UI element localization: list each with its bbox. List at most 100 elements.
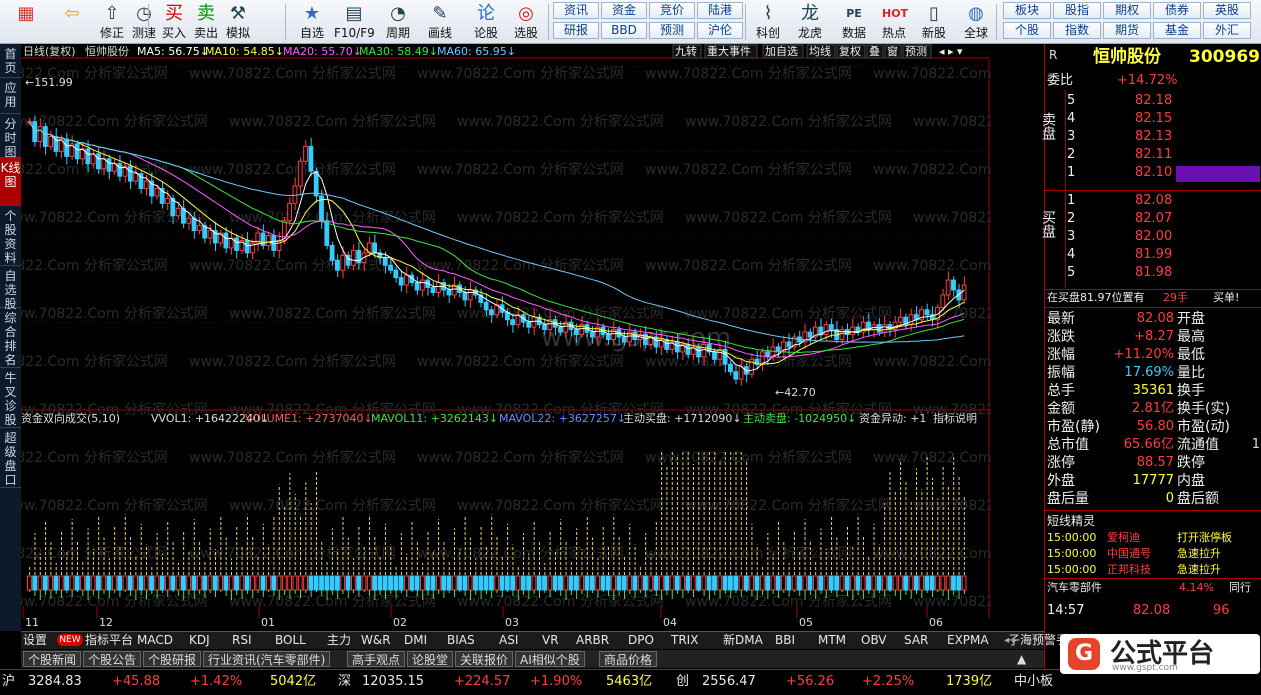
info-tab-8[interactable]: 商品价格	[599, 651, 658, 667]
info-tab-3[interactable]: 行业资讯(汽车零部件)	[203, 651, 331, 667]
sidebar-item-7[interactable]: 牛叉诊股	[0, 368, 21, 428]
toolbar-grid-button[interactable]: 竞价	[649, 2, 695, 19]
toolbar-market-button[interactable]: 债券	[1153, 2, 1201, 19]
toolbar-windows-button[interactable]: ▦	[4, 0, 48, 44]
toolbar-market-button[interactable]: 英股	[1203, 2, 1251, 19]
tab-21[interactable]: EXPMA	[947, 632, 1004, 649]
toolbar-market-button[interactable]: 股指	[1053, 2, 1101, 19]
flow-bar	[600, 575, 606, 591]
collapse-icon[interactable]: ▲	[1017, 651, 1033, 667]
sidebar-item-0[interactable]: 首页	[0, 44, 21, 78]
tab-9[interactable]: DMI	[404, 632, 443, 649]
toolbar-correct-button[interactable]: ⇧ 修正	[96, 0, 128, 44]
buy-level-1[interactable]: 1 82.08	[1045, 192, 1261, 210]
toolbar-period-button[interactable]: ◔ 周期	[378, 0, 418, 44]
tab-20[interactable]: SAR	[904, 632, 943, 649]
toolbar-data-button[interactable]: PE 数据	[834, 0, 874, 44]
toolbar-hot-button[interactable]: HOT 热点	[874, 0, 914, 44]
toolbar-dragon-tiger-button[interactable]: 龙龙虎	[790, 0, 830, 44]
tab-11[interactable]: ASI	[499, 632, 538, 649]
toolbar-simulate-button[interactable]: ⚒ 模拟	[222, 0, 254, 44]
sidebar-item-3[interactable]: K线图	[0, 158, 21, 206]
tab-3[interactable]: MACD	[137, 632, 185, 649]
info-tab-1[interactable]: 个股公告	[83, 651, 142, 667]
tab-14[interactable]: DPO	[628, 632, 667, 649]
chart-scroll-icon[interactable]: ◂ ▸ ▾	[939, 45, 963, 58]
toolbar-grid-button[interactable]: 陆港	[697, 2, 743, 19]
short-row[interactable]: 15:00:00 爱柯迪 打开涨停板	[1045, 530, 1261, 546]
sell-level-1[interactable]: 1 82.10	[1045, 164, 1261, 182]
toolbar-sell-button[interactable]: 卖卖出	[190, 0, 222, 44]
tab-4[interactable]: KDJ	[189, 632, 228, 649]
tab-10[interactable]: BIAS	[447, 632, 495, 649]
info-tab-7[interactable]: AI相似个股	[515, 651, 585, 667]
tab-12[interactable]: VR	[542, 632, 572, 649]
tab-8[interactable]: W&R	[361, 632, 400, 649]
buy-level-2[interactable]: 2 82.07	[1045, 210, 1261, 228]
toolbar-ipo-button[interactable]: ▯ 新股	[914, 0, 954, 44]
chart-header-period: 日线(复权)	[23, 44, 76, 58]
info-tab-0[interactable]: 个股新闻	[23, 651, 82, 667]
status-cy: 2556.47	[702, 674, 756, 689]
tab-18[interactable]: MTM	[818, 632, 857, 649]
sidebar-item-6[interactable]: 综合排名	[0, 308, 21, 368]
toolbar-market-button[interactable]: 板块	[1003, 2, 1051, 19]
sector-row[interactable]: 汽车零部件 4.14% 同行	[1045, 580, 1261, 596]
kline-chart[interactable]: 158.06127.8897.3567.16www.70822.Com 分析家公…	[0, 44, 1120, 631]
toolbar-buy-button[interactable]: 买买入	[158, 0, 190, 44]
toolbar-grid-button[interactable]: 资讯	[553, 2, 599, 19]
toolbar-globe-button[interactable]: ◍ 全球	[956, 0, 996, 44]
tab-17[interactable]: BBI	[775, 632, 814, 649]
toolbar-speed-button[interactable]: ◷ 测速	[128, 0, 160, 44]
info-tab-2[interactable]: 个股研报	[143, 651, 202, 667]
toolbar-favorites-button[interactable]: ★ 自选	[292, 0, 332, 44]
buy-level-4[interactable]: 4 81.99	[1045, 246, 1261, 264]
sidebar-item-8[interactable]: 超级盘口	[0, 428, 21, 488]
toolbar-market-button[interactable]: 外汇	[1203, 22, 1251, 39]
toolbar-back-arrow-button[interactable]: ⇦	[50, 0, 94, 44]
tab-15[interactable]: TRIX	[671, 632, 719, 649]
toolbar-discuss-button[interactable]: 论论股	[466, 0, 506, 44]
status-sh-amt: 5042亿	[270, 674, 317, 689]
toolbar-market-button[interactable]: 期权	[1103, 2, 1151, 19]
toolbar-f10-button[interactable]: ▤ F10/F9	[334, 0, 375, 44]
toolbar-market-button[interactable]: 个股	[1003, 22, 1051, 39]
toolbar-grid-button[interactable]: 资金	[601, 2, 647, 19]
tab-16[interactable]: 新DMA	[723, 632, 771, 649]
tab-7[interactable]: 主力	[327, 632, 357, 649]
sidebar-item-2[interactable]: 分时图	[0, 114, 21, 159]
toolbar-market-button[interactable]: 期货	[1103, 22, 1151, 39]
toolbar-grid-button[interactable]: 预测	[649, 22, 695, 39]
sell-level-3[interactable]: 3 82.13	[1045, 128, 1261, 146]
buy-level-3[interactable]: 3 82.00	[1045, 228, 1261, 246]
info-tab-4[interactable]: 高手观点	[347, 651, 406, 667]
toolbar-market-button[interactable]: 基金	[1153, 22, 1201, 39]
sidebar-item-5[interactable]: 自选股	[0, 266, 21, 311]
sell-level-4[interactable]: 4 82.15	[1045, 110, 1261, 128]
toolbar-draw-line-button[interactable]: ✎ 画线	[420, 0, 460, 44]
tab-2[interactable]: 指标平台	[85, 632, 133, 649]
sell-level-5[interactable]: 5 82.18	[1045, 92, 1261, 110]
toolbar-science-button[interactable]: ⌇ 科创	[748, 0, 788, 44]
toolbar-market-button[interactable]: 指数	[1053, 22, 1101, 39]
toolbar-grid-button[interactable]: 沪伦	[697, 22, 743, 39]
toolbar-grid-button[interactable]: 研报	[553, 22, 599, 39]
toolbar-select-stock-button[interactable]: ◎ 选股	[506, 0, 546, 44]
tab-6[interactable]: BOLL	[275, 632, 323, 649]
f10-icon: ▤	[345, 3, 363, 24]
info-tab-6[interactable]: 关联报价	[455, 651, 514, 667]
short-row[interactable]: 15:00:00 中国通号 急速拉升	[1045, 546, 1261, 562]
buy-level-num: 2	[1067, 211, 1076, 226]
sidebar-item-1[interactable]: 应用	[0, 78, 21, 114]
tab-19[interactable]: OBV	[861, 632, 900, 649]
tab-5[interactable]: RSI	[232, 632, 271, 649]
tab-13[interactable]: ARBR	[576, 632, 624, 649]
buy-level-5[interactable]: 5 81.98	[1045, 264, 1261, 282]
sidebar-item-4[interactable]: 个股资料	[0, 206, 21, 266]
short-row[interactable]: 15:00:00 正邦科技 急速拉升	[1045, 562, 1261, 578]
toolbar-grid-button[interactable]: BBD	[601, 22, 647, 39]
sell-level-2[interactable]: 2 82.11	[1045, 146, 1261, 164]
tab-0[interactable]: 设置	[23, 632, 53, 649]
tab-scroll-icon[interactable]: ◂ ▸	[1004, 634, 1042, 648]
info-tab-5[interactable]: 论股堂	[407, 651, 454, 667]
